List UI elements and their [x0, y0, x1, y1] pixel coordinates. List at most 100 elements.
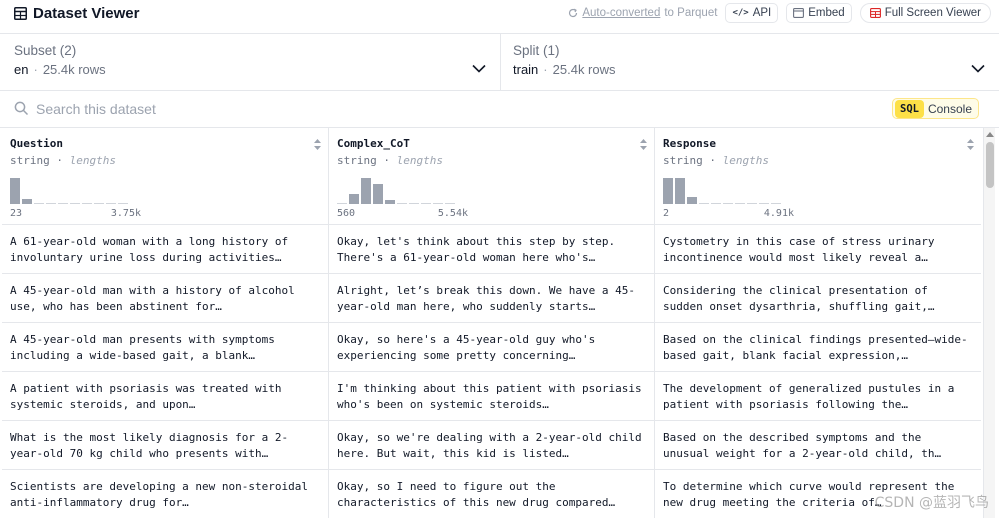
histogram-bar [675, 178, 685, 204]
table-row[interactable]: A 45-year-old man with a history of alco… [2, 274, 981, 323]
table-row[interactable]: Scientists are developing a new non-ster… [2, 470, 981, 518]
hist-min: 23 [10, 208, 23, 219]
histogram-bar [373, 184, 383, 204]
selectors-bar: Subset (2) en · 25.4k rows Split (1) train… [0, 34, 999, 91]
table-cell[interactable]: I'm thinking about this patient with pso… [328, 372, 654, 420]
length-histogram [663, 178, 781, 204]
title-text: Dataset Viewer [33, 5, 140, 22]
split-name: train [513, 62, 539, 77]
subset-value: en · 25.4k rows [14, 62, 106, 77]
full-screen-label: Full Screen Viewer [884, 7, 981, 19]
histogram-bar [687, 197, 697, 204]
histogram-bar [106, 203, 116, 204]
split-selector[interactable]: Split (1) train · 25.4k rows [500, 34, 999, 90]
table-cell[interactable]: A 61-year-old woman with a long history … [2, 225, 328, 273]
hist-max: 4.91k [763, 208, 794, 219]
histogram-bar [663, 178, 673, 204]
search-icon [14, 101, 29, 116]
split-rows: 25.4k rows [552, 62, 616, 77]
table-cell[interactable]: A patient with psoriasis was treated wit… [2, 372, 328, 420]
auto-converted-info: Auto-converted to Parquet [568, 7, 717, 19]
table-cell[interactable]: Okay, so I need to figure out the charac… [328, 470, 654, 518]
code-icon: </> [732, 8, 749, 18]
fullscreen-table-icon [869, 8, 881, 18]
table-cell[interactable]: Okay, let's think about this step by ste… [328, 225, 654, 273]
table-cell[interactable]: Okay, so we're dealing with a 2-year-old… [328, 421, 654, 469]
split-label: Split (1) [513, 43, 560, 58]
histogram-bar [759, 203, 769, 204]
histogram-bar [10, 178, 20, 204]
table-row[interactable]: What is the most likely diagnosis for a … [2, 421, 981, 470]
api-label: API [752, 7, 772, 19]
subset-selector[interactable]: Subset (2) en · 25.4k rows [0, 34, 500, 90]
embed-icon [793, 8, 805, 18]
table-scrollbar[interactable] [983, 128, 995, 518]
scroll-thumb[interactable] [986, 142, 994, 188]
table-cell[interactable]: Alright, let’s break this down. We have … [328, 274, 654, 322]
column-header-complex-cot[interactable]: Complex_CoT string · lengths 560 5.54k [328, 128, 654, 224]
histogram-bar [397, 203, 407, 204]
column-type: string · lengths [337, 154, 443, 167]
histogram-bar [771, 203, 781, 204]
full-screen-viewer-button[interactable]: Full Screen Viewer [859, 3, 991, 23]
search-input[interactable] [36, 97, 736, 121]
table-cell[interactable]: Cystometry in this case of stress urinar… [654, 225, 981, 273]
histogram-bar [445, 203, 455, 204]
sort-icon[interactable] [966, 138, 975, 151]
histogram-bar [361, 178, 371, 204]
column-header-question[interactable]: Question string · lengths 23 3.75k [2, 128, 328, 224]
sort-icon[interactable] [313, 138, 322, 151]
embed-button[interactable]: Embed [786, 3, 852, 23]
histogram-bar [699, 203, 709, 204]
column-name: Complex_CoT [337, 137, 410, 150]
hist-max: 3.75k [110, 208, 141, 219]
to-parquet-text: to Parquet [664, 7, 718, 19]
column-type: string · lengths [663, 154, 769, 167]
sql-console-label: Console [927, 101, 972, 116]
subset-rows: 25.4k rows [42, 62, 106, 77]
column-header-response[interactable]: Response string · lengths 2 4.91k [654, 128, 981, 224]
table-cell[interactable]: A 45-year-old man with a history of alco… [2, 274, 328, 322]
histogram-bar [723, 203, 733, 204]
hist-max: 5.54k [437, 208, 468, 219]
histogram-range: 2 4.91k [663, 208, 794, 219]
sql-tag: SQL [895, 99, 924, 118]
histogram-bar [385, 200, 395, 204]
table-cell[interactable]: Okay, so here's a 45-year-old guy who's … [328, 323, 654, 371]
scroll-up-arrow-icon[interactable] [986, 132, 994, 137]
histogram-bar [70, 203, 80, 204]
table-cell[interactable]: Based on the described symptoms and the … [654, 421, 981, 469]
histogram-bar [337, 203, 347, 204]
histogram-bar [421, 203, 431, 204]
search-bar: SQL Console [0, 91, 999, 128]
subset-name: en [14, 62, 29, 77]
table-cell[interactable]: What is the most likely diagnosis for a … [2, 421, 328, 469]
table-cell[interactable]: The development of generalized pustules … [654, 372, 981, 420]
table-cell[interactable]: Considering the clinical presentation of… [654, 274, 981, 322]
subset-label: Subset (2) [14, 43, 77, 58]
histogram-bar [409, 203, 419, 204]
sort-icon[interactable] [639, 138, 648, 151]
api-button[interactable]: </> API [725, 3, 779, 23]
sql-console-button[interactable]: SQL Console [892, 98, 979, 119]
table-row[interactable]: A 45-year-old man presents with symptoms… [2, 323, 981, 372]
table-cell[interactable]: Based on the clinical findings presented… [654, 323, 981, 371]
length-histogram [337, 178, 455, 204]
hist-min: 2 [663, 208, 670, 219]
auto-converted-link[interactable]: Auto-converted [582, 7, 660, 19]
table-cell[interactable]: Scientists are developing a new non-ster… [2, 470, 328, 518]
table-row[interactable]: A 61-year-old woman with a long history … [2, 225, 981, 274]
table-row[interactable]: A patient with psoriasis was treated wit… [2, 372, 981, 421]
histogram-bar [46, 203, 56, 204]
histogram-bar [82, 203, 92, 204]
chevron-down-icon [472, 64, 486, 73]
column-type: string · lengths [10, 154, 116, 167]
data-table: Question string · lengths 23 3.75k Comple… [2, 128, 981, 518]
length-histogram [10, 178, 128, 204]
histogram-bar [747, 203, 757, 204]
dataset-viewer-title: Dataset Viewer [14, 5, 139, 22]
refresh-icon [569, 8, 578, 18]
table-cell[interactable]: A 45-year-old man presents with symptoms… [2, 323, 328, 371]
histogram-bar [349, 194, 359, 204]
table-header-row: Question string · lengths 23 3.75k Comple… [2, 128, 981, 225]
